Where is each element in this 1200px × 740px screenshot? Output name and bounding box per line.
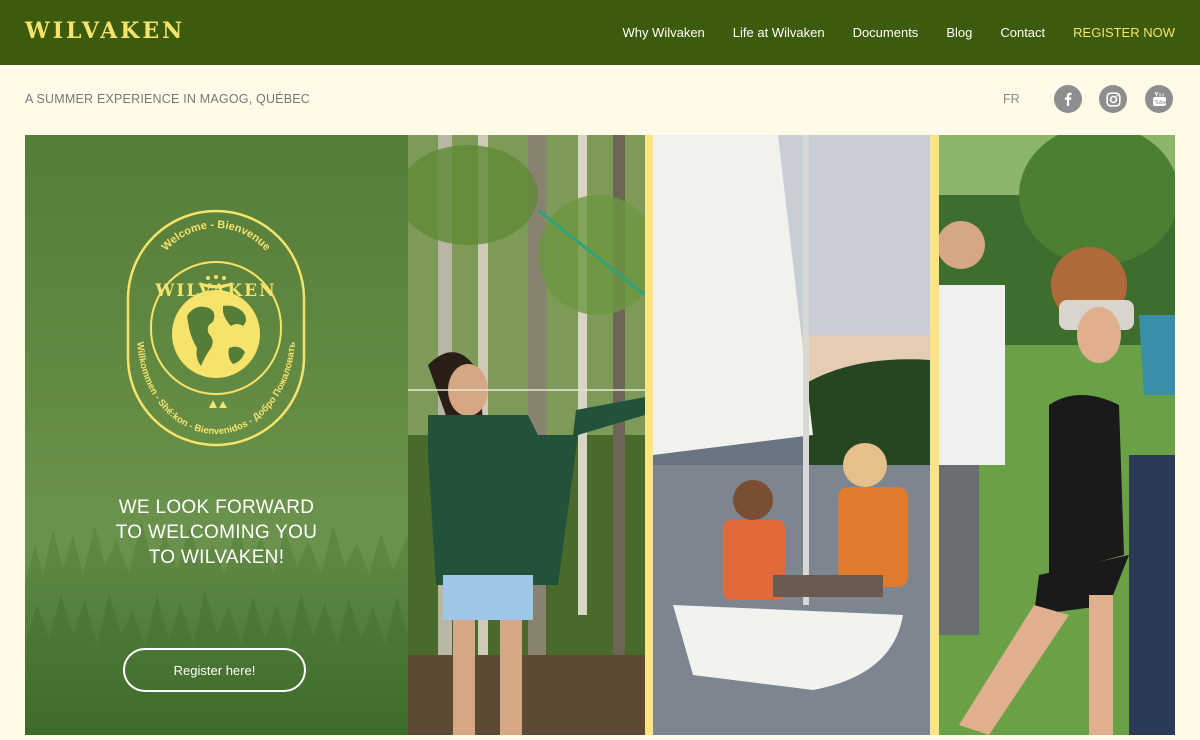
register-here-button[interactable]: Register here! [123, 648, 306, 692]
top-navbar: WILVAKEN Why Wilvaken Life at Wilvaken D… [0, 0, 1200, 65]
wilvaken-emblem-logo: Welcome - Bienvenue Willkommen - Shé:kon… [126, 209, 306, 447]
welcome-line-2: TO WELCOMING YOU [115, 522, 318, 543]
nav-link-documents[interactable]: Documents [853, 25, 919, 40]
nav-link-life-at-wilvaken[interactable]: Life at Wilvaken [733, 25, 825, 40]
photo-archery [408, 135, 645, 735]
site-tagline: A SUMMER EXPERIENCE IN MAGOG, QUÉBEC [25, 92, 311, 106]
nav-link-contact[interactable]: Contact [1000, 25, 1045, 40]
svg-text:Welcome - Bienvenue: Welcome - Bienvenue [160, 219, 273, 253]
photo-sailing [653, 135, 930, 735]
nav-link-why-wilvaken[interactable]: Why Wilvaken [622, 25, 704, 40]
brand-logo[interactable]: WILVAKEN [25, 18, 185, 44]
welcome-panel: Welcome - Bienvenue Willkommen - Shé:kon… [25, 135, 408, 735]
instagram-icon[interactable] [1099, 85, 1127, 113]
photo-blindfold-game [939, 135, 1175, 735]
youtube-icon[interactable]: Tube [1145, 85, 1173, 113]
facebook-icon[interactable] [1054, 85, 1082, 113]
welcome-line-1: WE LOOK FORWARD [118, 497, 315, 518]
welcome-line-3: TO WILVAKEN! [148, 547, 285, 568]
language-switch[interactable]: FR [1003, 92, 1020, 106]
svg-text:Tube: Tube [1153, 100, 1166, 106]
main-nav: Why Wilvaken Life at Wilvaken Documents … [594, 0, 1175, 65]
welcome-message: WE LOOK FORWARD TO WELCOMING YOU TO WILV… [25, 495, 408, 570]
nav-link-blog[interactable]: Blog [946, 25, 972, 40]
hero-section: Welcome - Bienvenue Willkommen - Shé:kon… [25, 135, 1175, 735]
nav-link-register-now[interactable]: REGISTER NOW [1073, 25, 1175, 40]
